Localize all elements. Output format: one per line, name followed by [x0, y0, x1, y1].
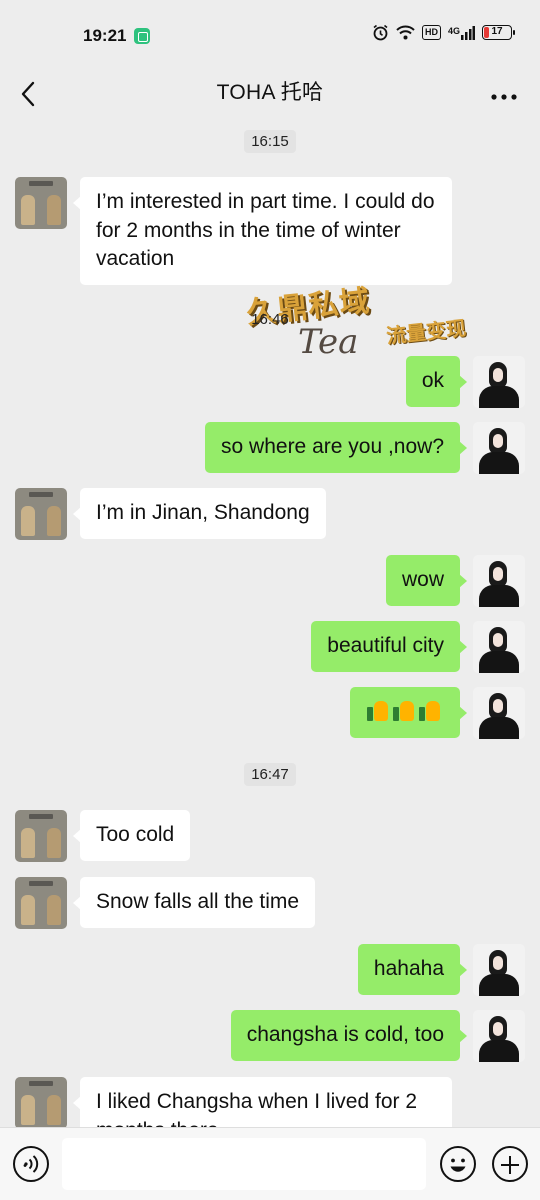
- avatar-contact[interactable]: [15, 1077, 67, 1127]
- wifi-icon: [396, 25, 415, 40]
- message-bubble-emoji[interactable]: [350, 687, 467, 738]
- message-row-outgoing: ok: [0, 356, 540, 408]
- chat-title: TOHA 托哈: [216, 81, 324, 104]
- avatar-contact[interactable]: [15, 488, 67, 540]
- message-bubble[interactable]: wow: [385, 555, 468, 606]
- message-row-incoming: Snow falls all the time: [0, 877, 540, 929]
- avatar-self[interactable]: [473, 944, 525, 996]
- message-row-incoming: I liked Changsha when I lived for 2 mont…: [0, 1077, 540, 1127]
- message-row-incoming: Too cold: [0, 810, 540, 862]
- message-row-outgoing: so where are you ,now?: [0, 422, 540, 474]
- timestamp-label: 16:15: [244, 130, 296, 153]
- message-bubble[interactable]: I’m in Jinan, Shandong: [73, 488, 326, 539]
- message-row-incoming: I’m in Jinan, Shandong: [0, 488, 540, 540]
- timestamp-label: 16:47: [244, 763, 296, 786]
- message-bubble[interactable]: hahaha: [357, 944, 468, 995]
- message-bubble[interactable]: so where are you ,now?: [205, 422, 467, 473]
- message-row-outgoing: changsha is cold, too: [0, 1010, 540, 1062]
- avatar-contact[interactable]: [15, 177, 67, 229]
- app-indicator-icon: [134, 28, 150, 44]
- network-label: 4G: [447, 25, 460, 36]
- message-row-outgoing: hahaha: [0, 944, 540, 996]
- battery-level: 17: [491, 26, 503, 37]
- voice-icon[interactable]: [13, 1146, 49, 1182]
- timestamp: 16:46: [0, 308, 540, 331]
- message-row-outgoing: wow: [0, 555, 540, 607]
- message-row-incoming: I’m interested in part time. I could do …: [0, 177, 540, 285]
- message-bubble[interactable]: Too cold: [72, 810, 191, 861]
- avatar-contact[interactable]: [15, 877, 67, 929]
- thumbs-up-icon: [418, 698, 442, 722]
- timestamp: 16:47: [0, 763, 540, 786]
- emoji-icon[interactable]: [440, 1146, 476, 1182]
- status-icons: HD 4G 17: [372, 24, 515, 41]
- chat-message-list[interactable]: 16:15 I’m interested in part time. I cou…: [0, 120, 540, 1127]
- message-row-outgoing: beautiful city: [0, 621, 540, 673]
- hd-badge: HD: [421, 25, 441, 40]
- timestamp-label: 16:46: [251, 311, 289, 328]
- message-input[interactable]: [62, 1138, 426, 1190]
- status-bar: 19:21 HD 4G 17: [0, 0, 540, 66]
- title-bar: TOHA 托哈: [0, 66, 540, 120]
- thumbs-up-icon: [366, 698, 390, 722]
- message-bubble[interactable]: I liked Changsha when I lived for 2 mont…: [73, 1077, 452, 1127]
- message-bubble[interactable]: ok: [405, 356, 468, 407]
- plus-icon[interactable]: [492, 1146, 528, 1182]
- avatar-self[interactable]: [473, 555, 525, 607]
- message-bubble[interactable]: beautiful city: [311, 621, 467, 672]
- message-row-outgoing: [0, 687, 540, 739]
- input-bar: [0, 1127, 540, 1200]
- thumbs-up-icon: [392, 698, 416, 722]
- message-bubble[interactable]: I’m interested in part time. I could do …: [73, 177, 452, 285]
- message-bubble[interactable]: changsha is cold, too: [230, 1010, 468, 1061]
- avatar-contact[interactable]: [15, 810, 67, 862]
- avatar-self[interactable]: [473, 422, 525, 474]
- alarm-icon: [372, 24, 389, 41]
- more-dots-icon[interactable]: [486, 75, 522, 111]
- avatar-self[interactable]: [473, 1010, 525, 1062]
- avatar-self[interactable]: [473, 687, 525, 739]
- timestamp: 16:15: [0, 130, 540, 153]
- cellular-signal-icon: 4G: [447, 25, 475, 40]
- avatar-self[interactable]: [473, 356, 525, 408]
- avatar-self[interactable]: [473, 621, 525, 673]
- battery-icon: 17: [482, 25, 515, 40]
- status-time: 19:21: [83, 26, 127, 45]
- message-bubble[interactable]: Snow falls all the time: [72, 877, 316, 928]
